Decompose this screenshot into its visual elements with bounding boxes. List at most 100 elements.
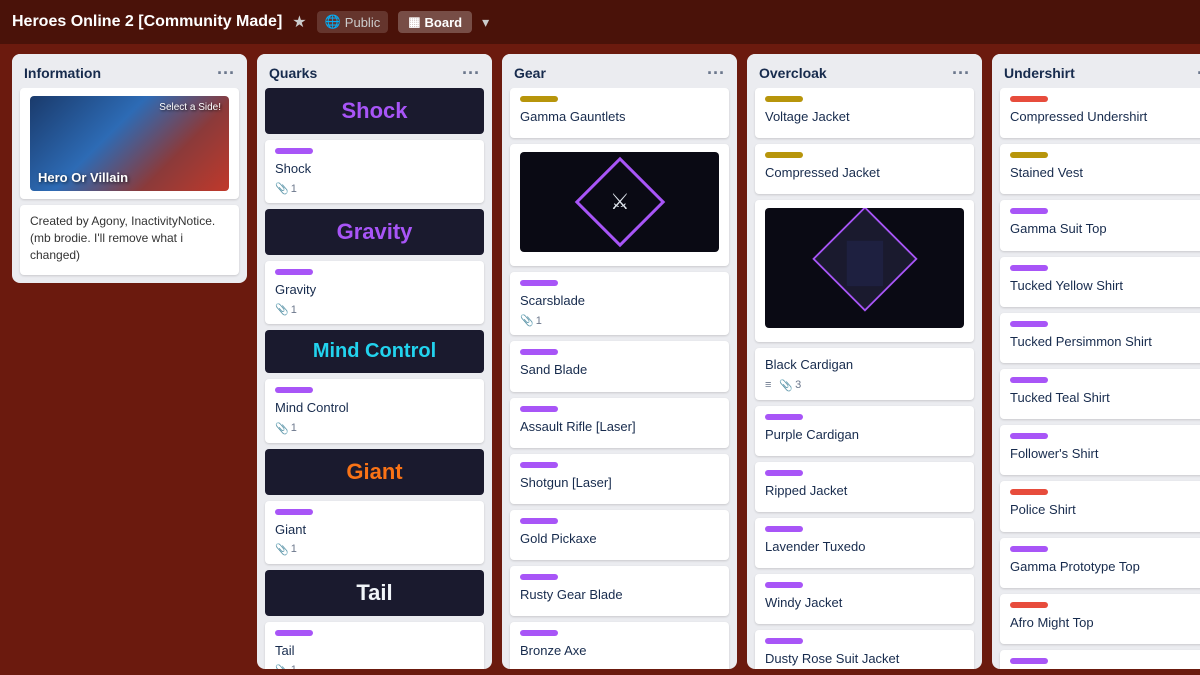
card-label-bar [765, 414, 803, 420]
card-meta: 📎 1 [275, 543, 474, 556]
card-item[interactable]: Shock📎 1 [265, 140, 484, 203]
attachment-count: 📎 1 [275, 664, 297, 669]
card-label-bar [765, 96, 803, 102]
card-item[interactable]: Compressed Undershirt [1000, 88, 1200, 138]
column-menu-button[interactable]: ··· [952, 64, 970, 82]
column-menu-button[interactable]: ··· [462, 64, 480, 82]
card-item[interactable]: Giant📎 1 [265, 501, 484, 564]
card-label-bar [275, 387, 313, 393]
column-menu-button[interactable]: ··· [217, 64, 235, 82]
card-item[interactable]: HA Outfit Top [1000, 650, 1200, 669]
card-item[interactable]: Gamma Prototype Top [1000, 538, 1200, 588]
card-label-bar [1010, 546, 1048, 552]
card-item[interactable]: Scarsblade 📎 1 [510, 272, 729, 335]
quark-image-card[interactable]: Gravity [265, 209, 484, 255]
card-title-text: Rusty Gear Blade [520, 586, 719, 604]
card-label-bar [1010, 96, 1048, 102]
card-label-bar [1010, 602, 1048, 608]
card-item[interactable]: Dusty Rose Suit Jacket [755, 630, 974, 669]
card-title-text: Police Shirt [1010, 501, 1200, 519]
visibility-badge[interactable]: 🌐 Public [317, 11, 389, 33]
column-header: Overcloak ··· [747, 54, 982, 88]
card-item[interactable]: Gamma Gauntlets [510, 88, 729, 138]
quark-image-card[interactable]: Mind Control [265, 330, 484, 373]
info-text-card[interactable]: Created by Agony, InactivityNotice. (mb … [20, 205, 239, 275]
column-title: Overcloak [759, 65, 827, 81]
card-label-bar [765, 526, 803, 532]
quark-image-card[interactable]: Shock [265, 88, 484, 134]
paperclip-icon: 📎 [779, 379, 793, 392]
card-title-text: Compressed Undershirt [1010, 108, 1200, 126]
column-undershirt: Undershirt···Compressed UndershirtStaine… [992, 54, 1200, 669]
column-menu-button[interactable]: ··· [707, 64, 725, 82]
card-item[interactable]: Gamma Suit Top [1000, 200, 1200, 250]
column-header: Information··· [12, 54, 247, 88]
card-title-text: Scarsblade [520, 292, 719, 310]
info-image-card[interactable]: Select a Side!Hero Or Villain [20, 88, 239, 199]
column-content: Select a Side!Hero Or Villain Created by … [12, 88, 247, 283]
card-label-bar [765, 470, 803, 476]
card-item[interactable]: Assault Rifle [Laser] [510, 398, 729, 448]
quark-title-label: Shock [275, 98, 474, 124]
card-meta: 📎 1 [520, 314, 719, 327]
attachment-count: 📎 1 [275, 422, 297, 435]
column-overcloak: Overcloak ··· Voltage Jacket Compressed Jac… [747, 54, 982, 669]
card-label-bar [765, 638, 803, 644]
paperclip-icon: 📎 [275, 543, 289, 556]
card-item[interactable]: Stained Vest [1000, 144, 1200, 194]
card-title-text: Gold Pickaxe [520, 530, 719, 548]
column-content: Voltage Jacket Compressed Jacket Black Ca… [747, 88, 982, 669]
card-item[interactable]: Shotgun [Laser] [510, 454, 729, 504]
card-title-text: Ripped Jacket [765, 482, 964, 500]
quark-title-label: Gravity [275, 219, 474, 245]
quark-title-label: Mind Control [275, 340, 474, 363]
card-title-text: Voltage Jacket [765, 108, 964, 126]
card-item[interactable]: Tail📎 1 [265, 622, 484, 669]
card-title-text: Shock [275, 160, 474, 178]
info-description: Created by Agony, InactivityNotice. (mb … [30, 213, 229, 263]
overcloak-image-card[interactable] [755, 200, 974, 342]
card-item[interactable]: Compressed Jacket [755, 144, 974, 194]
card-item[interactable]: Gravity📎 1 [265, 261, 484, 324]
card-label-bar [520, 574, 558, 580]
card-label-bar [765, 152, 803, 158]
card-item[interactable]: Tucked Teal Shirt [1000, 369, 1200, 419]
column-header: Gear ··· [502, 54, 737, 88]
board-container: Information···Select a Side!Hero Or Vill… [0, 44, 1200, 675]
card-item[interactable]: Windy Jacket [755, 574, 974, 624]
card-title-text: Black Cardigan [765, 356, 964, 374]
app-header: Heroes Online 2 [Community Made] ★ 🌐 Pub… [0, 0, 1200, 44]
card-item[interactable]: Voltage Jacket [755, 88, 974, 138]
card-item[interactable]: Bronze Axe [510, 622, 729, 669]
card-title-text: Bronze Axe [520, 642, 719, 660]
column-content: Gamma Gauntlets ⚔ Scarsblade 📎 1 Sand Blade A… [502, 88, 737, 669]
card-item[interactable]: Sand Blade [510, 341, 729, 391]
card-item[interactable]: Purple Cardigan [755, 406, 974, 456]
card-item[interactable]: Police Shirt [1000, 481, 1200, 531]
card-item[interactable]: Ripped Jacket [755, 462, 974, 512]
attachment-count: 📎 3 [779, 379, 801, 392]
card-title-text: Gamma Gauntlets [520, 108, 719, 126]
quark-image-card[interactable]: Tail [265, 570, 484, 616]
card-item[interactable]: Rusty Gear Blade [510, 566, 729, 616]
column-title: Gear [514, 65, 546, 81]
card-title-text: Compressed Jacket [765, 164, 964, 182]
board-view-button[interactable]: ▦ Board [398, 11, 472, 33]
quark-image-card[interactable]: Giant [265, 449, 484, 495]
card-title-text: Purple Cardigan [765, 426, 964, 444]
card-title-text: Gamma Suit Top [1010, 220, 1200, 238]
star-icon[interactable]: ★ [292, 12, 306, 32]
card-label-bar [275, 148, 313, 154]
gear-image-card[interactable]: ⚔ [510, 144, 729, 266]
card-item[interactable]: Follower's Shirt [1000, 425, 1200, 475]
card-item[interactable]: Tucked Yellow Shirt [1000, 257, 1200, 307]
header-chevron-icon[interactable]: ▾ [482, 14, 489, 31]
card-title-text: Gamma Prototype Top [1010, 558, 1200, 576]
card-item[interactable]: Black Cardigan≡📎 3 [755, 348, 974, 399]
card-item[interactable]: Lavender Tuxedo [755, 518, 974, 568]
card-item[interactable]: Gold Pickaxe [510, 510, 729, 560]
card-item[interactable]: Afro Might Top [1000, 594, 1200, 644]
card-meta: 📎 1 [275, 664, 474, 669]
card-item[interactable]: Tucked Persimmon Shirt [1000, 313, 1200, 363]
card-item[interactable]: Mind Control📎 1 [265, 379, 484, 442]
